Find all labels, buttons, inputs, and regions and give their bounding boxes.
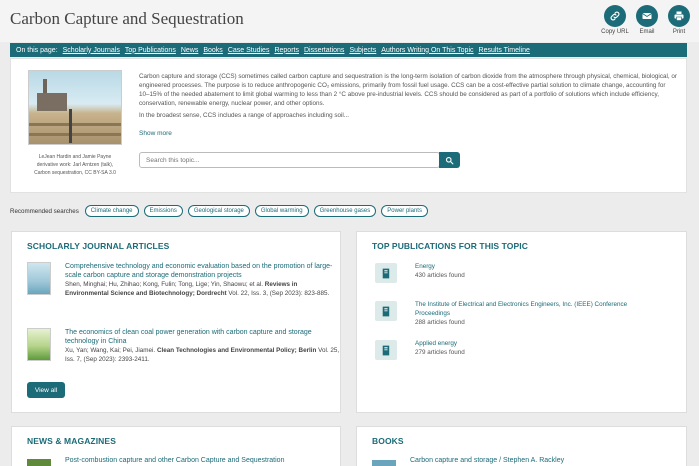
on-this-page-nav: On this page: Scholarly Journals Top Pub… (10, 43, 687, 57)
article-title-link[interactable]: The economics of clean coal power genera… (65, 328, 342, 346)
news-card: NEWS & MAGAZINES Post-combustion capture… (11, 426, 341, 466)
email-button[interactable]: Email (633, 5, 661, 35)
nav-label: On this page: (16, 46, 58, 54)
books-card: BOOKS Carbon capture and storage / Steph… (356, 426, 687, 466)
search-button[interactable] (439, 152, 460, 168)
link-icon (604, 5, 626, 27)
publication-link[interactable]: Energy (415, 262, 660, 271)
publication-icon (375, 340, 397, 360)
scholarly-journals-card: SCHOLARLY JOURNAL ARTICLES Comprehensive… (11, 231, 341, 413)
article-authors: Xu, Yan; Wang, Kai; Pei, Jiamei. (65, 347, 156, 354)
page-title: Carbon Capture and Sequestration (10, 9, 244, 28)
nav-link-reports[interactable]: Reports (274, 47, 299, 54)
email-icon (636, 5, 658, 27)
recommended-label: Recommended searches (10, 207, 79, 215)
news-item-link[interactable]: Post-combustion capture and other Carbon… (65, 457, 284, 464)
article-journal: Clean Technologies and Environmental Pol… (156, 347, 317, 354)
nav-link-dissertations[interactable]: Dissertations (304, 47, 344, 54)
list-item: The Institute of Electrical and Electron… (375, 300, 655, 330)
print-button[interactable]: Print (665, 5, 693, 35)
journal-cover[interactable] (27, 328, 51, 361)
topic-description: Carbon capture and storage (CCS) sometim… (139, 72, 677, 120)
article-title-link[interactable]: Comprehensive technology and economic ev… (65, 262, 342, 280)
view-all-button[interactable]: View all (27, 382, 65, 398)
top-publications-card: TOP PUBLICATIONS FOR THIS TOPIC Energy 4… (356, 231, 687, 413)
nav-link-books[interactable]: Books (203, 47, 222, 54)
list-item: Energy 430 articles found (375, 262, 655, 284)
chip-emissions[interactable]: Emissions (143, 205, 183, 217)
chip-greenhouse-gases[interactable]: Greenhouse gases (313, 205, 377, 217)
topic-search-input[interactable] (139, 152, 440, 168)
recommended-searches: Recommended searches Climate change Emis… (10, 205, 428, 217)
publication-count: 430 articles found (415, 272, 465, 279)
description-paragraph-2: In the broadest sense, CCS includes a ra… (139, 112, 350, 119)
chip-geological-storage[interactable]: Geological storage (187, 205, 250, 217)
news-heading: NEWS & MAGAZINES (27, 436, 116, 446)
publication-link[interactable]: The Institute of Electrical and Electron… (415, 300, 660, 318)
copy-url-label: Copy URL (601, 29, 629, 35)
publications-heading: TOP PUBLICATIONS FOR THIS TOPIC (372, 241, 528, 251)
nav-link-top-publications[interactable]: Top Publications (125, 47, 176, 54)
image-caption: LeJean Hardin and Jamie Payne derivative… (34, 154, 116, 176)
list-item: Applied energy 279 articles found (375, 339, 655, 361)
nav-link-subjects[interactable]: Subjects (349, 47, 376, 54)
article-details: Vol. 22, Iss. 3, (Sep 2023): 823-885. (228, 290, 330, 297)
search-icon (445, 156, 454, 164)
publication-icon (375, 301, 397, 321)
publication-count: 288 articles found (415, 319, 465, 326)
journals-heading: SCHOLARLY JOURNAL ARTICLES (27, 241, 170, 251)
chip-power-plants[interactable]: Power plants (381, 205, 428, 217)
publication-count: 279 articles found (415, 349, 465, 356)
nav-link-authors[interactable]: Authors Writing On This Topic (381, 47, 473, 54)
show-more-link[interactable]: Show more (139, 130, 172, 137)
journal-cover[interactable] (27, 262, 51, 295)
header-bar: Carbon Capture and Sequestration Copy UR… (0, 0, 699, 42)
header-actions: Copy URL Email Print (601, 5, 693, 35)
nav-link-scholarly-journals[interactable]: Scholarly Journals (63, 47, 120, 54)
copy-url-button[interactable]: Copy URL (601, 5, 629, 35)
publication-icon (375, 263, 397, 283)
chip-global-warming[interactable]: Global warming (254, 205, 309, 217)
topic-image[interactable] (28, 70, 122, 145)
print-label: Print (672, 29, 686, 35)
topic-overview: LeJean Hardin and Jamie Payne derivative… (10, 58, 687, 193)
description-paragraph-1: Carbon capture and storage (CCS) sometim… (139, 73, 677, 107)
list-item: Comprehensive technology and economic ev… (27, 262, 342, 322)
list-item: The economics of clean coal power genera… (27, 328, 342, 368)
book-thumb[interactable] (372, 460, 396, 466)
news-thumb[interactable] (27, 459, 51, 466)
email-label: Email (639, 29, 655, 35)
nav-link-case-studies[interactable]: Case Studies (228, 47, 270, 54)
nav-link-news[interactable]: News (181, 47, 199, 54)
print-icon (668, 5, 690, 27)
article-authors: Shen, Minghai; Hu, Zhihao; Kong, Fulin; … (65, 281, 264, 288)
nav-link-results-timeline[interactable]: Results Timeline (479, 47, 530, 54)
book-item-link[interactable]: Carbon capture and storage / Stephen A. … (410, 457, 564, 464)
chip-climate-change[interactable]: Climate change (84, 205, 139, 217)
publication-link[interactable]: Applied energy (415, 339, 660, 348)
books-heading: BOOKS (372, 436, 404, 446)
